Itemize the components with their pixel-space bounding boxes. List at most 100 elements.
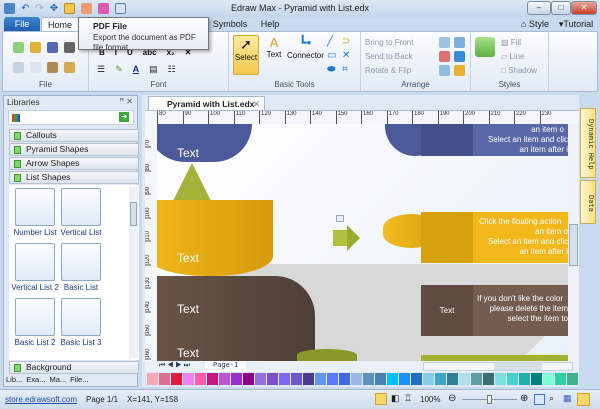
highlight-icon[interactable]: ✎ — [115, 64, 123, 75]
quick-styles-icon[interactable] — [475, 37, 495, 57]
shape-vertical-list[interactable] — [61, 188, 101, 226]
align-objects-icon[interactable] — [439, 37, 450, 48]
list-box-blue[interactable]: an item o Select an item and clic an ite… — [421, 124, 568, 156]
palette-swatch[interactable] — [327, 373, 338, 385]
rectangle-tool-icon[interactable]: ▭ — [327, 50, 339, 61]
font-color-icon[interactable]: A — [133, 64, 140, 75]
floating-action-icon[interactable] — [336, 215, 344, 222]
palette-swatch[interactable] — [447, 373, 458, 385]
page-nav-buttons[interactable]: ⏮ ◀ ▶ ⏭ — [159, 362, 190, 370]
zoom-out-button[interactable]: ⊖ — [448, 393, 456, 404]
category-callouts[interactable]: Callouts — [9, 129, 139, 142]
palette-swatch[interactable] — [303, 373, 314, 385]
tab-master[interactable]: Ma... — [49, 375, 66, 384]
palette-swatch[interactable] — [459, 373, 470, 385]
palette-swatch[interactable] — [339, 373, 350, 385]
connector-button[interactable]: ┗• Connector — [287, 35, 324, 75]
distribute-icon[interactable] — [454, 37, 465, 48]
line-spacing-icon[interactable]: ☰ — [97, 64, 105, 75]
paste-icon[interactable] — [47, 62, 58, 73]
style-menu[interactable]: ⌂ Style — [518, 17, 552, 31]
palette-swatch[interactable] — [267, 373, 278, 385]
vertical-scrollbar[interactable] — [568, 124, 579, 361]
tutorial-link[interactable]: ▾Tutorial — [554, 17, 598, 31]
palette-swatch[interactable] — [159, 373, 170, 385]
full-screen-icon[interactable] — [577, 393, 590, 406]
shape-basic-list-3[interactable] — [61, 298, 101, 336]
palette-swatch[interactable] — [507, 373, 518, 385]
palette-swatch[interactable] — [567, 373, 578, 385]
pin-close-icons[interactable]: ꟸ ✕ — [119, 97, 133, 106]
minimize-button[interactable]: – — [527, 1, 551, 15]
list-box-yellow[interactable]: Click the floating action an item o Sele… — [421, 212, 568, 263]
library-search-input[interactable]: ➜ — [8, 110, 134, 125]
center-icon[interactable] — [439, 65, 450, 76]
palette-swatch[interactable] — [555, 373, 566, 385]
close-button[interactable]: ✕ — [571, 1, 597, 15]
fill-button[interactable]: ▨ Fill — [501, 38, 521, 47]
shape-vertical-list-2[interactable] — [15, 243, 55, 281]
tab-file[interactable]: File — [4, 17, 40, 31]
fit-page-icon[interactable] — [534, 394, 545, 405]
bring-to-front-button[interactable]: Bring to Front — [365, 38, 413, 47]
copy-icon[interactable] — [30, 62, 41, 73]
palette-swatch[interactable] — [183, 373, 194, 385]
maximize-button[interactable]: □ — [551, 1, 571, 15]
palette-swatch[interactable] — [495, 373, 506, 385]
normal-view-icon[interactable] — [375, 393, 387, 405]
palette-swatch[interactable] — [171, 373, 182, 385]
page-tab[interactable]: Page-1 — [205, 361, 247, 372]
go-icon[interactable]: ➜ — [119, 112, 129, 122]
palette-swatch[interactable] — [363, 373, 374, 385]
palette-swatch[interactable] — [435, 373, 446, 385]
palette-swatch[interactable] — [291, 373, 302, 385]
pyramid-tier-blue[interactable] — [157, 124, 252, 162]
tab-home[interactable]: Home — [41, 17, 79, 31]
tab-examples[interactable]: Exa... — [26, 375, 45, 384]
text-button[interactable]: A Text — [263, 35, 285, 75]
presentation-icon[interactable]: ♖ — [404, 393, 412, 404]
tab-symbols[interactable]: Symbols — [212, 17, 248, 31]
align-icon[interactable]: ▤ — [149, 64, 158, 75]
palette-swatch[interactable] — [543, 373, 554, 385]
list-box-brown[interactable]: Text If you don't like the color please … — [421, 285, 568, 336]
horizontal-scrollbar[interactable] — [423, 362, 573, 371]
shape-number-list[interactable] — [15, 188, 55, 226]
line-tool-icon[interactable]: ╱ — [327, 36, 339, 47]
category-pyramid-shapes[interactable]: Pyramid Shapes — [9, 143, 139, 156]
bullets-icon[interactable]: ☷ — [168, 64, 176, 75]
palette-swatch[interactable] — [411, 373, 422, 385]
tab-libraries[interactable]: Lib... — [6, 375, 22, 384]
grid-icon[interactable]: ▦ — [563, 393, 572, 404]
palette-swatch[interactable] — [255, 373, 266, 385]
arc-tool-icon[interactable]: ⊃ — [342, 36, 354, 47]
print-icon[interactable] — [64, 42, 75, 53]
send-to-back-button[interactable]: Send to Back — [365, 52, 413, 61]
palette-swatch[interactable] — [531, 373, 542, 385]
category-background[interactable]: Background — [9, 361, 139, 374]
zoom-slider[interactable] — [462, 395, 517, 404]
cut-icon[interactable] — [13, 62, 24, 73]
palette-swatch[interactable] — [219, 373, 230, 385]
palette-swatch[interactable] — [519, 373, 530, 385]
category-arrow-shapes[interactable]: Arrow Shapes — [9, 157, 139, 170]
palette-swatch[interactable] — [207, 373, 218, 385]
side-tab-data[interactable]: Data — [580, 180, 596, 224]
shape-basic-list-2[interactable] — [15, 298, 55, 336]
palette-swatch[interactable] — [471, 373, 482, 385]
lock-icon[interactable] — [454, 65, 465, 76]
size-icon[interactable] — [439, 51, 450, 62]
select-button[interactable]: ➚ Select — [233, 35, 259, 75]
split-view-icon[interactable]: ◧ — [391, 393, 400, 404]
palette-swatch[interactable] — [315, 373, 326, 385]
tab-file-recovery[interactable]: File... — [70, 375, 88, 384]
palette-swatch[interactable] — [231, 373, 242, 385]
pyramid-tier-yellow[interactable] — [157, 200, 273, 276]
rotate-flip-button[interactable]: Rotate & Flip — [365, 66, 411, 75]
group-icon[interactable] — [454, 51, 465, 62]
shadow-button[interactable]: □ Shadow — [501, 66, 537, 75]
palette-swatch[interactable] — [483, 373, 494, 385]
palette-swatch[interactable] — [279, 373, 290, 385]
palette-swatch[interactable] — [147, 373, 158, 385]
right-arrow-shape[interactable] — [333, 230, 347, 246]
